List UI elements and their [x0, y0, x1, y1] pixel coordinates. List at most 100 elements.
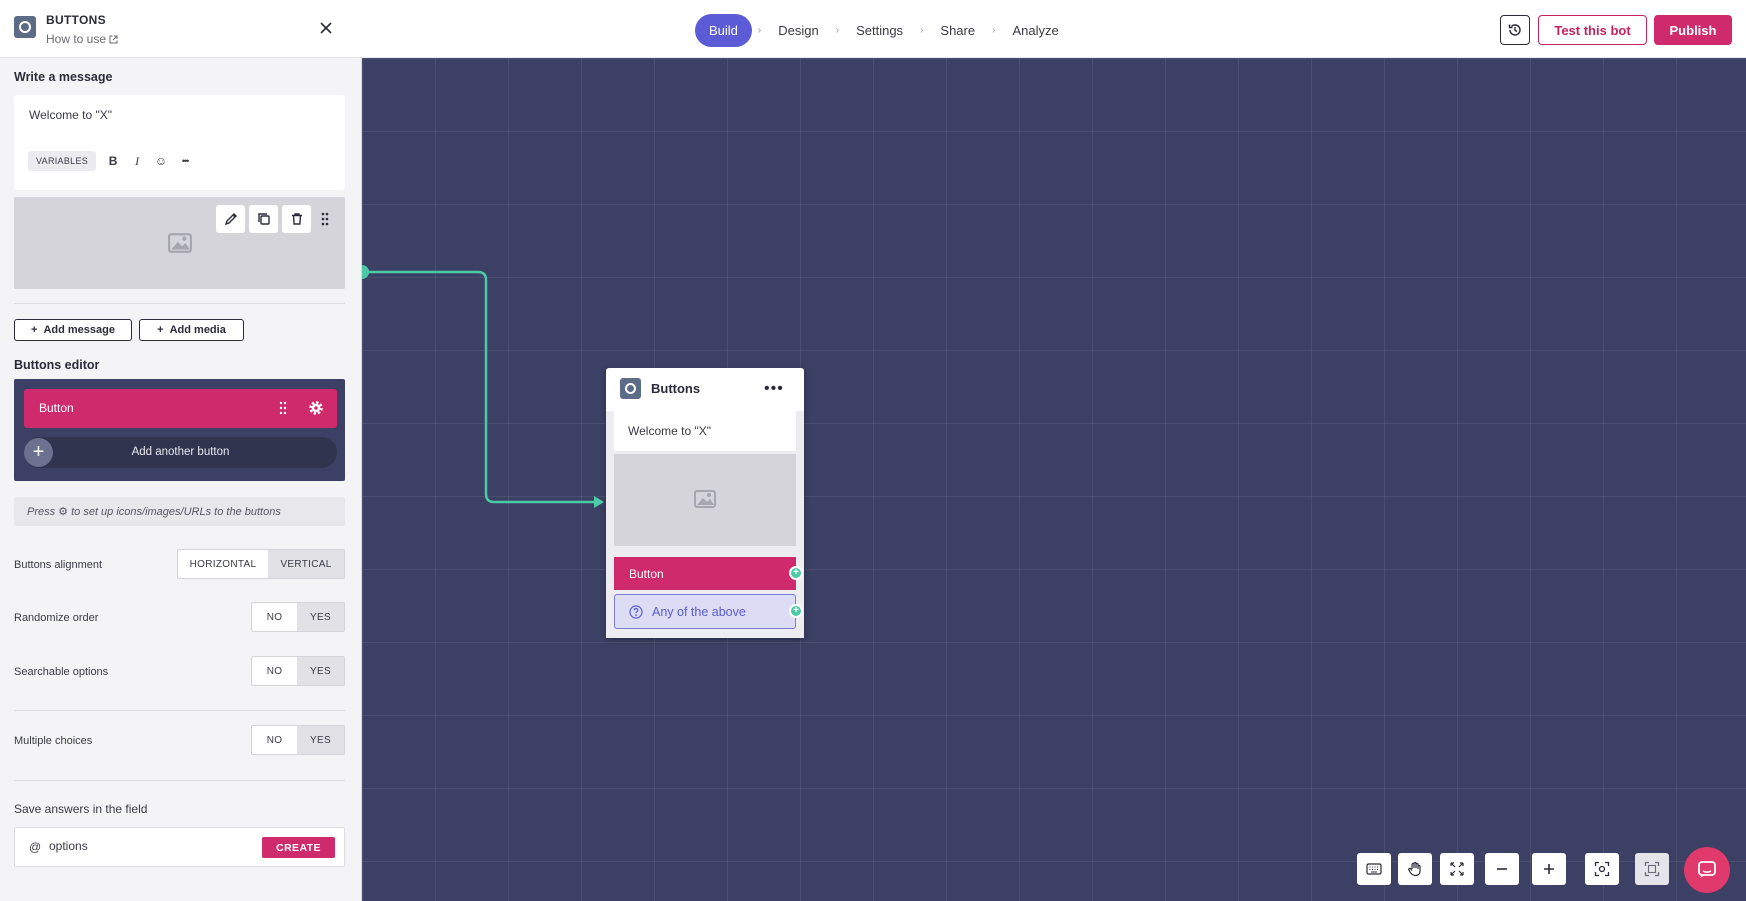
buttons-editor-label: Buttons editor	[14, 358, 100, 372]
block-icon	[14, 16, 36, 38]
fit-view-button[interactable]	[1440, 853, 1474, 885]
step-separator: ›	[757, 25, 762, 36]
plus-icon: +	[24, 438, 53, 467]
plus-icon: +	[31, 324, 38, 336]
delete-media-button[interactable]	[282, 205, 311, 233]
button-item-label[interactable]: Button	[39, 401, 74, 415]
searchable-yes[interactable]: YES	[297, 657, 344, 685]
drag-handle-icon[interactable]	[279, 401, 287, 415]
add-message-button[interactable]: + Add message	[14, 319, 132, 341]
italic-button[interactable]: I	[130, 154, 144, 169]
emoji-icon[interactable]: ☺	[154, 154, 168, 168]
randomize-order-label: Randomize order	[14, 612, 99, 624]
alignment-vertical[interactable]: VERTICAL	[268, 550, 344, 578]
save-field-box: @ CREATE	[14, 827, 345, 867]
add-media-button[interactable]: + Add media	[139, 319, 244, 341]
buttons-node[interactable]: Buttons ••• Welcome to "X" Button + Any …	[606, 368, 804, 638]
step-separator: ›	[992, 25, 996, 36]
node-button: Button	[614, 557, 796, 590]
zoom-in-button[interactable]	[1532, 853, 1566, 885]
test-bot-button[interactable]: Test this bot	[1538, 15, 1647, 45]
pencil-icon	[224, 213, 237, 226]
duplicate-media-button[interactable]	[249, 205, 278, 233]
pan-tool-button[interactable]	[1398, 853, 1432, 885]
external-link-icon	[109, 35, 118, 44]
message-editor[interactable]: Welcome to "X" VARIABLES B I ☺ •••	[14, 95, 345, 190]
save-answers-label: Save answers in the field	[14, 802, 148, 816]
gear-icon[interactable]	[307, 399, 325, 417]
searchable-no[interactable]: NO	[252, 657, 297, 685]
alignment-horizontal[interactable]: HORIZONTAL	[178, 550, 268, 578]
randomize-yes[interactable]: YES	[297, 603, 344, 631]
panel-title: BUTTONS	[46, 13, 106, 27]
close-icon[interactable]	[318, 20, 334, 36]
step-settings[interactable]: Settings	[845, 14, 914, 47]
buttons-alignment-label: Buttons alignment	[14, 559, 103, 571]
step-build[interactable]: Build	[695, 14, 752, 47]
searchable-toggle: NO YES	[251, 656, 345, 686]
multiple-choices-label: Multiple choices	[14, 735, 93, 747]
multiple-no[interactable]: NO	[252, 726, 297, 754]
fit-view-icon	[1450, 862, 1464, 876]
flow-connector	[355, 265, 604, 508]
write-message-label: Write a message	[14, 70, 113, 84]
panel-header: BUTTONS How to use	[0, 0, 362, 58]
minus-icon	[1497, 868, 1507, 870]
node-body: Welcome to "X" Button + Any of the above…	[606, 411, 804, 638]
plus-icon	[1544, 864, 1554, 874]
add-another-button[interactable]: Add another button +	[24, 437, 337, 468]
message-input[interactable]: Welcome to "X"	[29, 108, 112, 122]
fullscreen-button[interactable]	[1635, 853, 1669, 885]
randomize-toggle: NO YES	[251, 602, 345, 632]
edit-media-button[interactable]	[216, 205, 245, 233]
hand-icon	[1408, 861, 1421, 877]
step-analyze[interactable]: Analyze	[1001, 14, 1069, 47]
plus-icon: +	[157, 324, 164, 336]
searchable-options-label: Searchable options	[14, 666, 109, 678]
copy-icon	[257, 213, 270, 225]
create-field-button[interactable]: CREATE	[262, 837, 335, 858]
node-block-icon	[620, 378, 641, 399]
more-options-icon[interactable]: •••	[178, 156, 192, 166]
step-share[interactable]: Share	[929, 14, 986, 47]
message-toolbar: VARIABLES B I ☺ •••	[28, 151, 192, 171]
history-icon	[1508, 24, 1521, 36]
node-fallback-option: Any of the above	[614, 594, 796, 629]
bold-button[interactable]: B	[106, 154, 120, 168]
question-icon	[629, 605, 643, 619]
alignment-toggle: HORIZONTAL VERTICAL	[177, 549, 345, 579]
variables-button[interactable]: VARIABLES	[28, 151, 97, 171]
multiple-yes[interactable]: YES	[297, 726, 344, 754]
media-item	[14, 197, 345, 289]
randomize-no[interactable]: NO	[252, 603, 297, 631]
fallback-output-port[interactable]: +	[789, 604, 803, 618]
step-separator: ›	[835, 25, 840, 36]
fullscreen-icon	[1644, 861, 1660, 877]
button-output-port[interactable]: +	[789, 566, 803, 580]
node-media-placeholder	[614, 454, 796, 546]
support-chat-button[interactable]	[1684, 847, 1730, 893]
center-view-button[interactable]	[1585, 853, 1619, 885]
step-design[interactable]: Design	[767, 14, 829, 47]
node-title: Buttons	[651, 381, 701, 396]
history-button[interactable]	[1500, 15, 1530, 45]
drag-handle-icon[interactable]	[315, 205, 335, 233]
buttons-editor: Button Add another button +	[14, 379, 345, 481]
image-icon	[694, 490, 716, 508]
fallback-label: Any of the above	[652, 605, 746, 619]
block-editor-panel: BUTTONS How to use Write a message Welco…	[0, 0, 362, 901]
multiple-toggle: NO YES	[251, 725, 345, 755]
trash-icon	[291, 213, 302, 225]
chat-icon	[1698, 861, 1716, 878]
button-item[interactable]: Button	[24, 389, 337, 428]
publish-button[interactable]: Publish	[1654, 15, 1732, 45]
field-name-input[interactable]	[49, 839, 229, 853]
image-icon	[168, 233, 192, 253]
builder-steps-nav: Build › Design › Settings › Share › Anal…	[695, 14, 1070, 47]
zoom-out-button[interactable]	[1485, 853, 1519, 885]
how-to-use-link[interactable]: How to use	[46, 32, 118, 46]
node-more-icon[interactable]: •••	[764, 380, 784, 398]
keyboard-shortcuts-button[interactable]	[1357, 853, 1391, 885]
divider	[14, 710, 345, 711]
buttons-hint: Press ⚙ to set up icons/images/URLs to t…	[14, 497, 345, 526]
